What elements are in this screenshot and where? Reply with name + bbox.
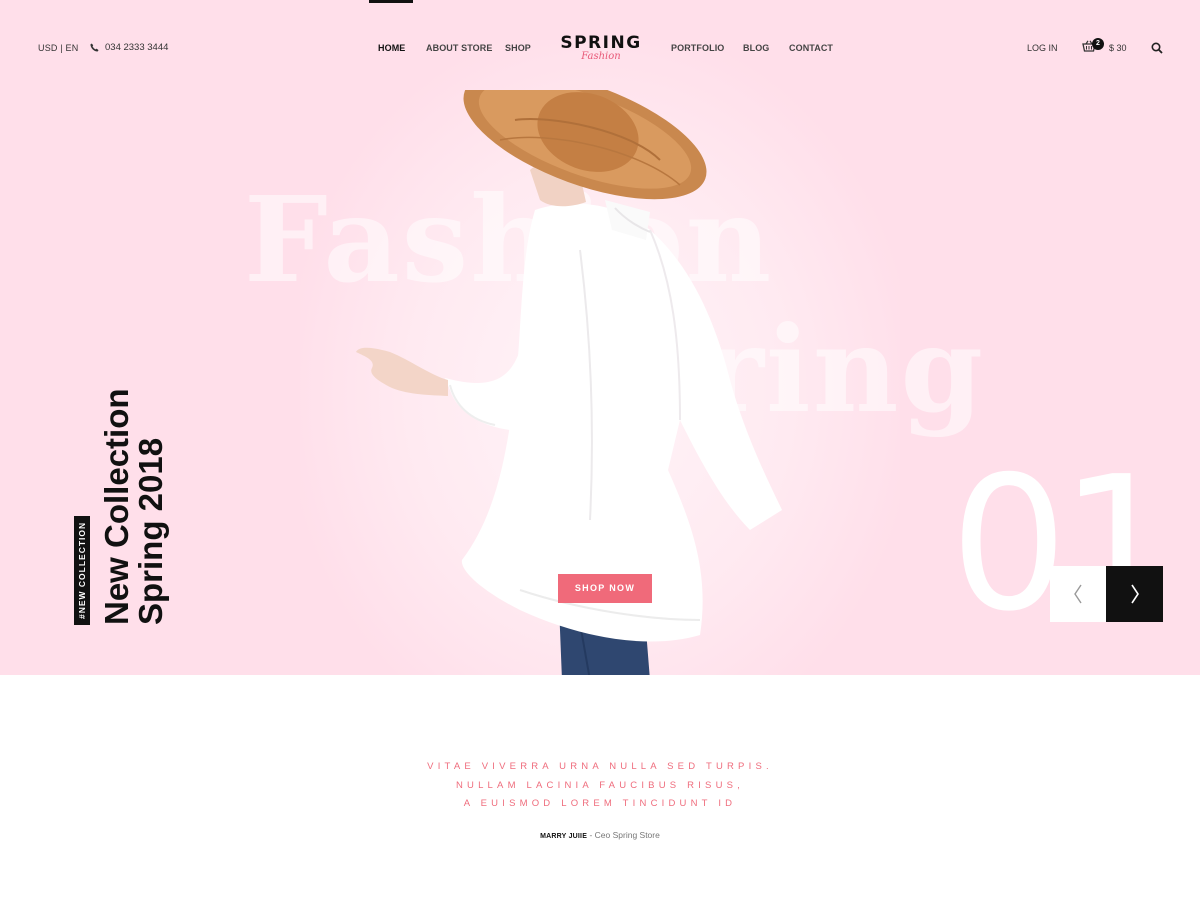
slider-prev-button[interactable] [1050, 566, 1106, 622]
site-logo[interactable]: SPRING Fashion [560, 34, 642, 62]
nav-portfolio[interactable]: PORTFOLIO [671, 43, 724, 53]
quote-line-2: NULLAM LACINIA FAUCIBUS RISUS, [455, 779, 745, 791]
slider-next-button[interactable] [1106, 566, 1163, 622]
phone-contact[interactable]: 034 2333 3444 [90, 42, 168, 53]
cart-total: $ 30 [1109, 43, 1127, 53]
phone-number: 034 2333 3444 [105, 42, 169, 53]
page: Fashion Spring USD | EN 034 2333 3444 HO… [0, 0, 1200, 900]
collection-title: New Collection Spring 2018 [98, 355, 169, 625]
testimonial-quote: VITAE VIVERRA URNA NULLA SED TURPIS. NUL… [0, 758, 1200, 814]
author-role: Ceo Spring Store [594, 830, 660, 840]
chevron-right-icon [1130, 584, 1139, 604]
active-nav-indicator [369, 0, 413, 3]
nav-about-store[interactable]: ABOUT STORE [426, 43, 492, 53]
hero-slider: Fashion Spring USD | EN 034 2333 3444 HO… [0, 0, 1200, 675]
site-header: USD | EN 034 2333 3444 HOME ABOUT STORE … [0, 0, 1200, 95]
collection-title-line-1: New Collection [98, 388, 135, 625]
nav-home[interactable]: HOME [378, 43, 405, 53]
testimonial-author: MARRY JUIIE - Ceo Spring Store [0, 830, 1200, 840]
quote-line-3: A EUISMOD LOREM TINCIDUNT ID [463, 798, 737, 809]
author-name: MARRY JUIIE [540, 833, 588, 840]
logo-tagline: Fashion [581, 51, 621, 62]
nav-blog[interactable]: BLOG [743, 43, 769, 53]
collection-title-line-2: Spring 2018 [132, 437, 169, 625]
chevron-left-icon [1074, 584, 1082, 604]
new-collection-tag: #NEW COLLECTION [74, 515, 90, 625]
login-link[interactable]: LOG IN [1027, 43, 1058, 53]
search-icon[interactable] [1151, 42, 1163, 54]
cart-count-badge: 2 [1092, 38, 1104, 50]
currency-language-switcher[interactable]: USD | EN [38, 43, 78, 53]
quote-line-1: VITAE VIVERRA URNA NULLA SED TURPIS. [427, 761, 773, 772]
cart-button[interactable]: 2 $ 30 [1082, 38, 1127, 53]
author-separator: - [587, 830, 595, 840]
nav-contact[interactable]: CONTACT [789, 43, 833, 53]
phone-icon [90, 43, 99, 52]
nav-shop[interactable]: SHOP [505, 43, 531, 53]
shop-now-button[interactable]: SHOP NOW [558, 574, 652, 603]
collection-vertical-title: #NEW COLLECTION New Collection Spring 20… [72, 355, 182, 625]
